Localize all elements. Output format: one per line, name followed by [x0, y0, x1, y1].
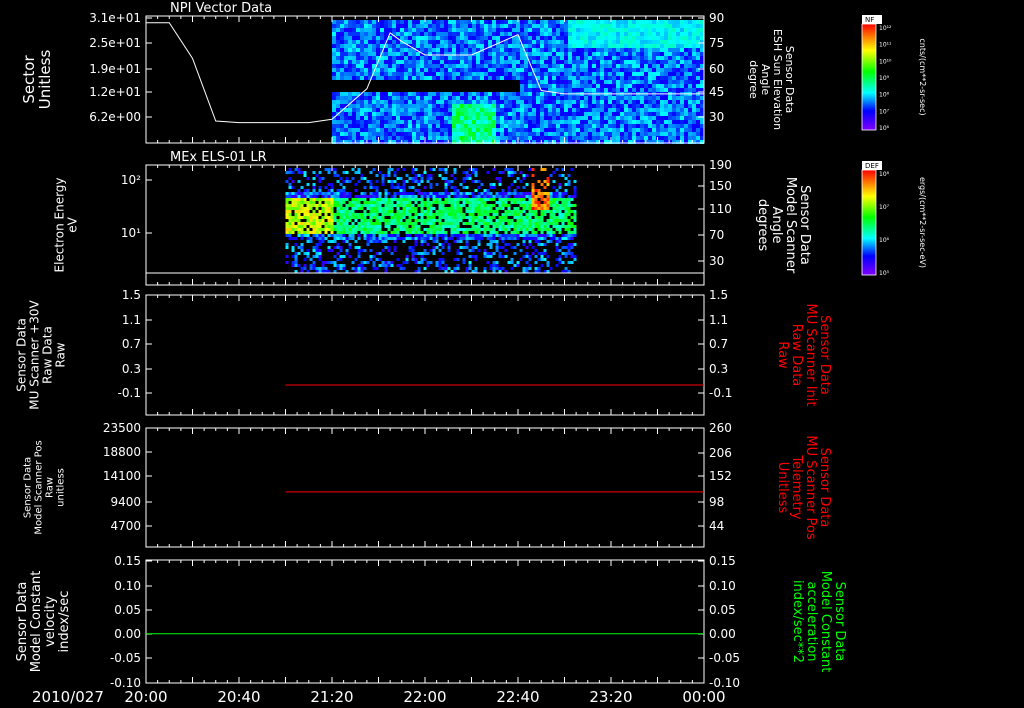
- colorbar-tick: 10⁸: [879, 171, 890, 178]
- y-tick-label-left: -0.1: [118, 386, 141, 400]
- y-tick-label-left: 3.1e+01: [89, 11, 141, 25]
- x-tick-label: 23:20: [589, 688, 632, 706]
- y-tick-label-right: 45: [709, 85, 724, 99]
- y-tick-label-left: -0.05: [110, 651, 141, 665]
- y-axis-label-left: Sensor DataMU Scanner +30VRaw DataRaw: [15, 300, 68, 410]
- colorbar-tick: 10⁶: [879, 237, 890, 244]
- y-axis-label-right: Sensor DataESH Sun ElevationAngledegree: [747, 29, 796, 130]
- y-tick-label-left: 14100: [103, 469, 141, 483]
- date-label: 2010/027: [32, 688, 104, 706]
- colorbar-label: NF: [865, 16, 874, 24]
- y-axis-label-left: Sensor DataModel Scanner PosRawunitless: [23, 440, 67, 534]
- y-tick-label-right: -0.1: [709, 386, 732, 400]
- y-tick-label-right: 30: [709, 254, 724, 268]
- y-tick-label-left: 10²: [121, 173, 141, 187]
- y-tick-label-right: 152: [709, 469, 732, 483]
- y-tick-label-right: 90: [709, 11, 724, 25]
- colorbar-unit: cnts/(cm**2-sr-sec): [918, 38, 927, 115]
- y-tick-label-left: 1.5: [122, 288, 141, 302]
- y-axis-label-right: Sensor DataModel ScannerAngledegrees: [755, 177, 812, 274]
- panel-1: NPI Vector Data 3.1e+01 2.5e+01 1.9e+01 1.2e…: [20, 1, 796, 144]
- x-tick-label: 22:00: [403, 688, 446, 706]
- y-tick-label-right: 75: [709, 36, 724, 50]
- colorbar-nf: NF 10¹² 10¹¹ 10¹⁰ 10⁹ 10⁸ 10⁷ 10⁶ cnts/(cm**2-sr…: [861, 15, 927, 132]
- y-tick-label-left: 1.9e+01: [89, 62, 141, 76]
- y-tick-label-right: 0.7: [709, 337, 728, 351]
- y-tick-label-right: 1.5: [709, 288, 728, 302]
- y-axis-label-right: Sensor DataModel Constantaccelerationind…: [790, 571, 847, 673]
- y-tick-label-left: 6.2e+00: [89, 110, 141, 124]
- y-tick-label-left: 1.1: [122, 313, 141, 327]
- x-tick-label: 20:00: [124, 688, 167, 706]
- colorbar-tick: 10⁶: [879, 125, 890, 132]
- colorbar-tick: 10⁵: [879, 270, 890, 277]
- panel-title: NPI Vector Data: [170, 1, 272, 16]
- y-tick-label-right: 0.00: [709, 627, 736, 641]
- panel-3: 1.5 1.1 0.7 0.3 -0.1 1.5 1.1 0.7 0.3 -0.1 Sensor D…: [15, 288, 832, 416]
- colorbar-tick: 10¹⁰: [879, 58, 892, 65]
- y-tick-label-left: 0.15: [114, 554, 141, 568]
- y-tick-label-left: 9400: [110, 495, 141, 509]
- y-tick-label-right: 70: [709, 228, 724, 242]
- y-tick-label-right: 0.15: [709, 554, 736, 568]
- colorbar-tick: 10⁹: [879, 75, 890, 82]
- y-axis-label-right: Sensor DataMU Scanner InitRaw DataRaw: [775, 304, 832, 407]
- y-axis-label-left: SectorUnitless: [20, 50, 54, 110]
- y-tick-label-right: 98: [709, 495, 724, 509]
- y-axis-label-left: Electron EnergyeV: [53, 177, 80, 272]
- y-tick-label-left: 0.05: [114, 603, 141, 617]
- panel-title: MEx ELS-01 LR: [170, 150, 267, 165]
- y-tick-label-right: 1.1: [709, 313, 728, 327]
- panel-2: MEx ELS-01 LR 10² 10¹ 190 150 110 70 30 Electron…: [53, 150, 812, 286]
- colorbar-tick: 10⁸: [879, 92, 890, 99]
- x-tick-label: 00:00: [682, 688, 725, 706]
- colorbar-tick: 10⁷: [879, 204, 890, 211]
- colorbar-tick: 10⁷: [879, 108, 890, 115]
- y-tick-label-left: 0.00: [114, 627, 141, 641]
- panel-frame: [145, 294, 705, 416]
- y-tick-label-right: 190: [709, 158, 732, 172]
- stacked-time-series-plot: NPI Vector Data 3.1e+01 2.5e+01 1.9e+01 1.2e…: [15, 1, 928, 706]
- y-tick-label-right: -0.05: [709, 651, 740, 665]
- colorbar-gradient: [861, 23, 877, 131]
- colorbar-tick: 10¹²: [879, 25, 892, 32]
- colorbar-tick: 10¹¹: [879, 42, 892, 49]
- y-tick-label-left: 2.5e+01: [89, 36, 141, 50]
- els-spectrogram: [285, 168, 577, 273]
- colorbar-unit: ergs/(cm**2-sr-sec-eV): [918, 177, 927, 268]
- y-axis-label-left: Sensor DataModel Constantvelocityindex/s…: [15, 571, 72, 673]
- y-tick-label-right: 60: [709, 62, 724, 76]
- x-tick-label: 22:40: [496, 688, 539, 706]
- colorbar-label: DEF: [865, 162, 879, 170]
- panel-frame: [145, 427, 705, 548]
- y-tick-label-left: 4700: [110, 519, 141, 533]
- y-tick-label-left: 1.2e+01: [89, 85, 141, 99]
- y-tick-label-left: 0.10: [114, 579, 141, 593]
- colorbar-def: DEF10⁸ 10⁷ 10⁶ 10⁵ ergs/(cm**2-sr-sec-eV): [861, 161, 927, 277]
- y-tick-label-left: 18800: [103, 445, 141, 459]
- panel-frame: [145, 559, 705, 684]
- x-tick-label: 21:20: [310, 688, 353, 706]
- y-tick-label-left: 23500: [103, 421, 141, 435]
- colorbar-gradient: [861, 169, 877, 276]
- y-tick-label-left: 0.3: [122, 362, 141, 376]
- panel-4: 23500 18800 14100 9400 4700 260 206 152 98 44 Sens…: [23, 421, 832, 548]
- panel-5: 0.150.100.050.00-0.05-0.100.150.100.050.…: [15, 554, 847, 690]
- x-tick-label: 20:40: [217, 688, 260, 706]
- y-tick-label-left: 0.7: [122, 337, 141, 351]
- y-tick-label-right: 30: [709, 110, 724, 124]
- y-tick-label-left: 10¹: [121, 226, 141, 240]
- y-tick-label-right: 260: [709, 421, 732, 435]
- y-tick-label-right: 0.10: [709, 579, 736, 593]
- y-axis-label-right: Sensor DataMU Scanner PosTelemetryUnitle…: [775, 435, 832, 540]
- y-tick-label-right: 150: [709, 179, 732, 193]
- y-tick-label-right: 110: [709, 202, 732, 216]
- y-tick-label-right: 44: [709, 519, 724, 533]
- y-tick-label-right: 0.3: [709, 362, 728, 376]
- y-tick-label-right: 0.05: [709, 603, 736, 617]
- y-tick-label-right: 206: [709, 446, 732, 460]
